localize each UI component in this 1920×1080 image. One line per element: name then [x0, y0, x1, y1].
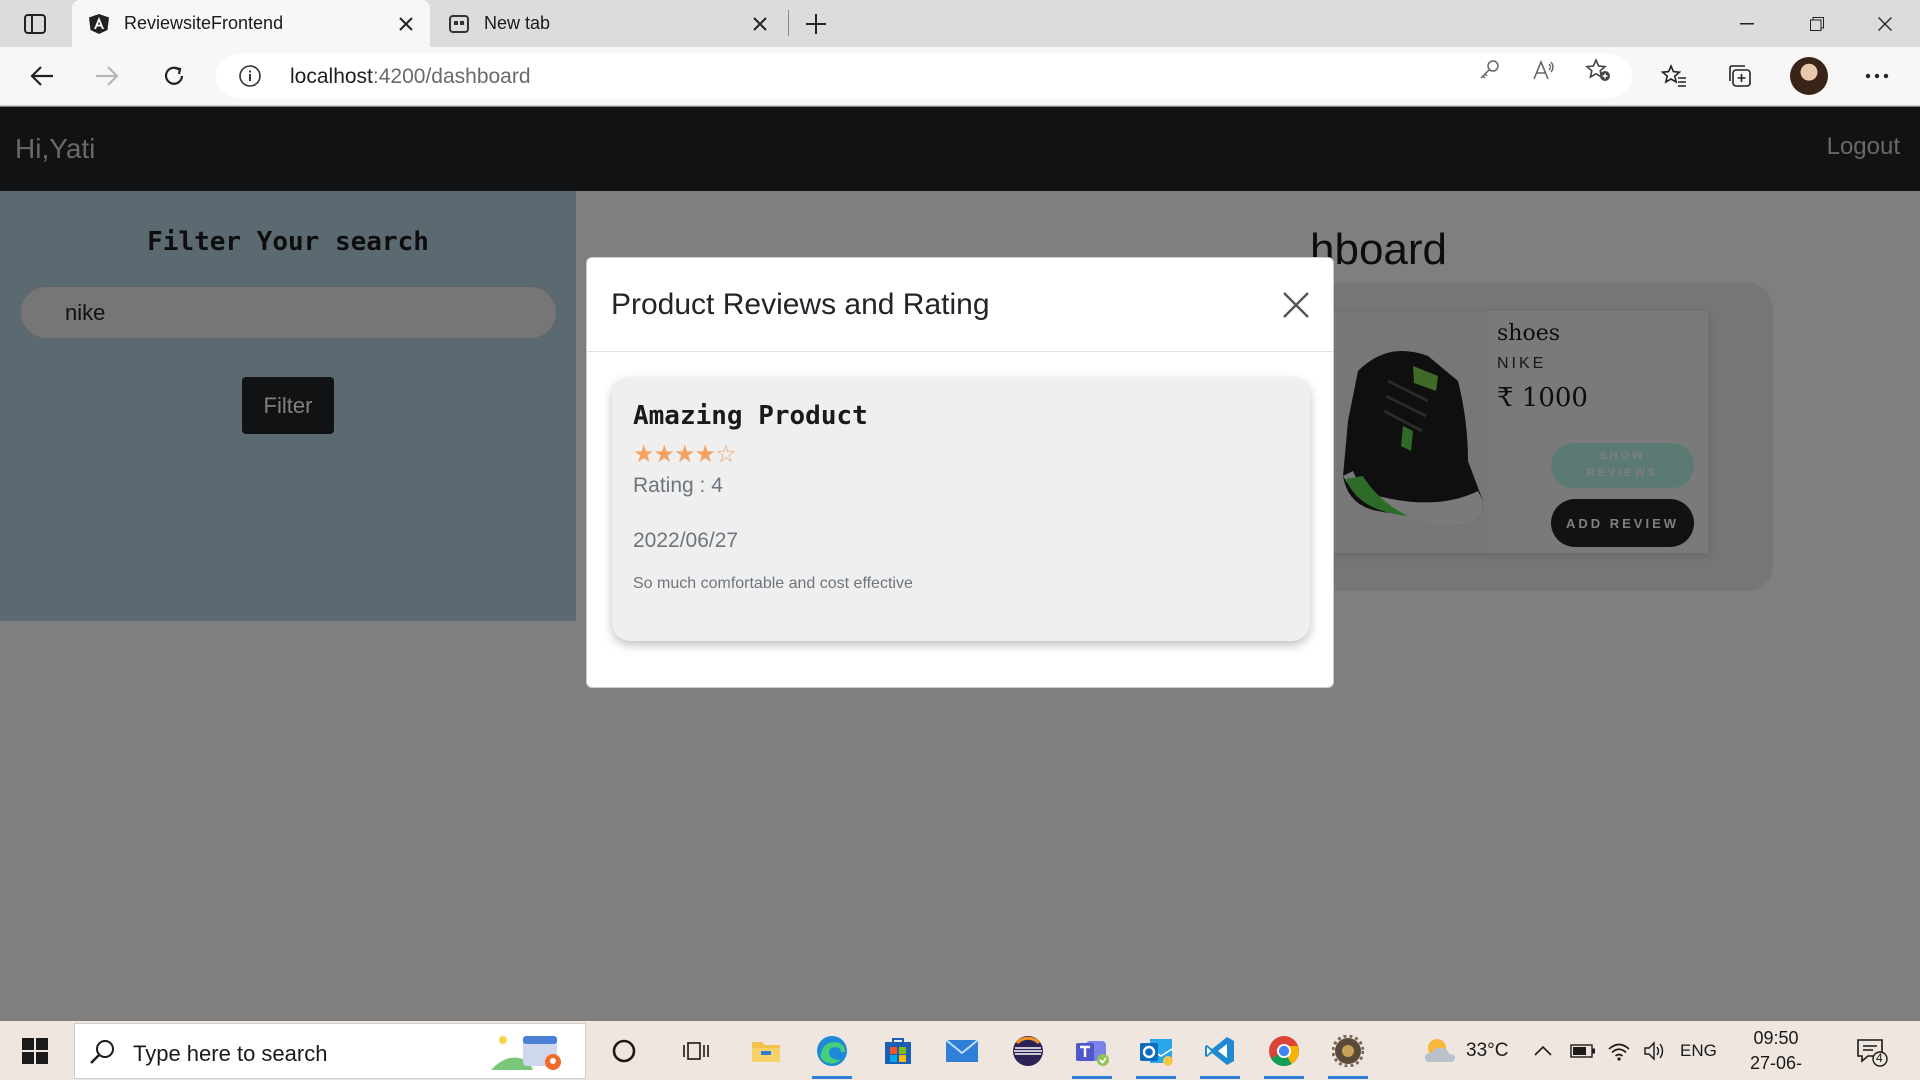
refresh-button[interactable] [154, 56, 194, 96]
modal-header: Product Reviews and Rating [587, 258, 1333, 352]
url-host: localhost [290, 65, 373, 88]
reviews-modal: Product Reviews and Rating Amazing Produ… [586, 257, 1334, 688]
mail-icon[interactable] [932, 1027, 992, 1075]
add-favorite-icon[interactable] [1584, 56, 1612, 84]
search-placeholder: Type here to search [133, 1041, 328, 1066]
clock-date: 27-06-2022 [1749, 1053, 1803, 1080]
vscode-icon[interactable] [1190, 1027, 1250, 1079]
tab-new-tab[interactable]: New tab [432, 0, 784, 47]
restore-button[interactable] [1782, 0, 1852, 47]
profile-avatar[interactable] [1790, 57, 1828, 95]
chevron-up-icon[interactable] [1526, 1027, 1560, 1075]
cortana-icon[interactable] [594, 1027, 654, 1075]
eclipse-icon[interactable] [998, 1027, 1058, 1075]
file-explorer-icon[interactable] [736, 1027, 796, 1075]
volume-icon[interactable] [1638, 1027, 1672, 1075]
workspaces-icon[interactable] [12, 10, 58, 38]
notification-center-icon[interactable]: 4 [1856, 1037, 1888, 1067]
back-button[interactable] [22, 56, 62, 96]
close-window-button[interactable] [1850, 0, 1920, 47]
address-bar: localhost:4200/dashboard [0, 47, 1920, 106]
password-key-icon[interactable] [1475, 56, 1503, 84]
tab-title: New tab [484, 13, 551, 33]
notification-count: 4 [1876, 1051, 1883, 1065]
url-field[interactable]: localhost:4200/dashboard [216, 54, 1632, 98]
page-content: Hi,Yati Logout Filter Your search nike F… [0, 107, 1920, 1021]
task-view-icon[interactable] [666, 1027, 726, 1075]
favorites-icon[interactable] [1654, 56, 1694, 96]
url-text: localhost:4200/dashboard [290, 65, 531, 89]
star-filled-icon: ★ [633, 441, 654, 468]
forward-button[interactable] [87, 56, 127, 96]
star-rating: ★★★★☆ [633, 441, 737, 468]
star-empty-icon: ☆ [715, 441, 736, 468]
site-info-icon[interactable] [238, 64, 262, 88]
tab-separator [788, 10, 789, 36]
tab-reviewsite[interactable]: ReviewsiteFrontend [72, 0, 430, 47]
modal-title: Product Reviews and Rating [611, 288, 990, 321]
windows-taskbar: Type here to search 33°C ENG 09:50 27-06… [0, 1021, 1920, 1080]
teams-icon[interactable] [1062, 1027, 1122, 1079]
settings-more-icon[interactable] [1857, 56, 1897, 96]
tab-title: ReviewsiteFrontend [124, 13, 284, 33]
close-tab-icon[interactable] [388, 6, 424, 42]
search-highlight-icon [489, 1030, 571, 1074]
review-card: Amazing Product ★★★★☆ Rating : 4 2022/06… [612, 377, 1310, 641]
edge-browser-icon[interactable] [802, 1027, 862, 1079]
close-icon[interactable] [1277, 286, 1315, 324]
wifi-icon[interactable] [1602, 1027, 1636, 1075]
windows-start-button[interactable] [10, 1029, 60, 1073]
language-indicator[interactable]: ENG [1680, 1041, 1717, 1061]
clock-time: 09:50 [1753, 1028, 1799, 1048]
minimize-button[interactable] [1712, 0, 1782, 47]
read-aloud-icon[interactable] [1530, 56, 1558, 84]
system-clock[interactable]: 09:50 27-06-2022 [1730, 1026, 1822, 1080]
star-filled-icon: ★ [694, 441, 716, 468]
battery-icon[interactable] [1566, 1027, 1600, 1075]
collections-icon[interactable] [1720, 56, 1760, 96]
temperature-text[interactable]: 33°C [1466, 1040, 1508, 1062]
review-date: 2022/06/27 [633, 529, 739, 552]
angular-icon [88, 13, 110, 35]
outlook-icon[interactable] [1126, 1027, 1186, 1079]
close-tab-icon[interactable] [742, 6, 778, 42]
search-icon [89, 1038, 117, 1071]
new-tab-page-icon [448, 13, 470, 35]
review-title: Amazing Product [633, 401, 868, 431]
review-rating-text: Rating : 4 [633, 474, 723, 497]
star-filled-icon: ★ [653, 441, 675, 468]
taskbar-search-box[interactable]: Type here to search [74, 1023, 586, 1079]
url-path: :4200/dashboard [372, 65, 531, 88]
star-filled-icon: ★ [674, 441, 695, 468]
chrome-icon[interactable] [1254, 1027, 1314, 1079]
weather-icon[interactable] [1405, 1027, 1475, 1075]
new-tab-button[interactable] [796, 4, 836, 44]
microsoft-store-icon[interactable] [868, 1027, 928, 1075]
review-body: So much comfortable and cost effective [633, 575, 913, 592]
app-gear-icon[interactable] [1318, 1027, 1378, 1079]
browser-tab-strip: ReviewsiteFrontend New tab [0, 0, 1920, 47]
